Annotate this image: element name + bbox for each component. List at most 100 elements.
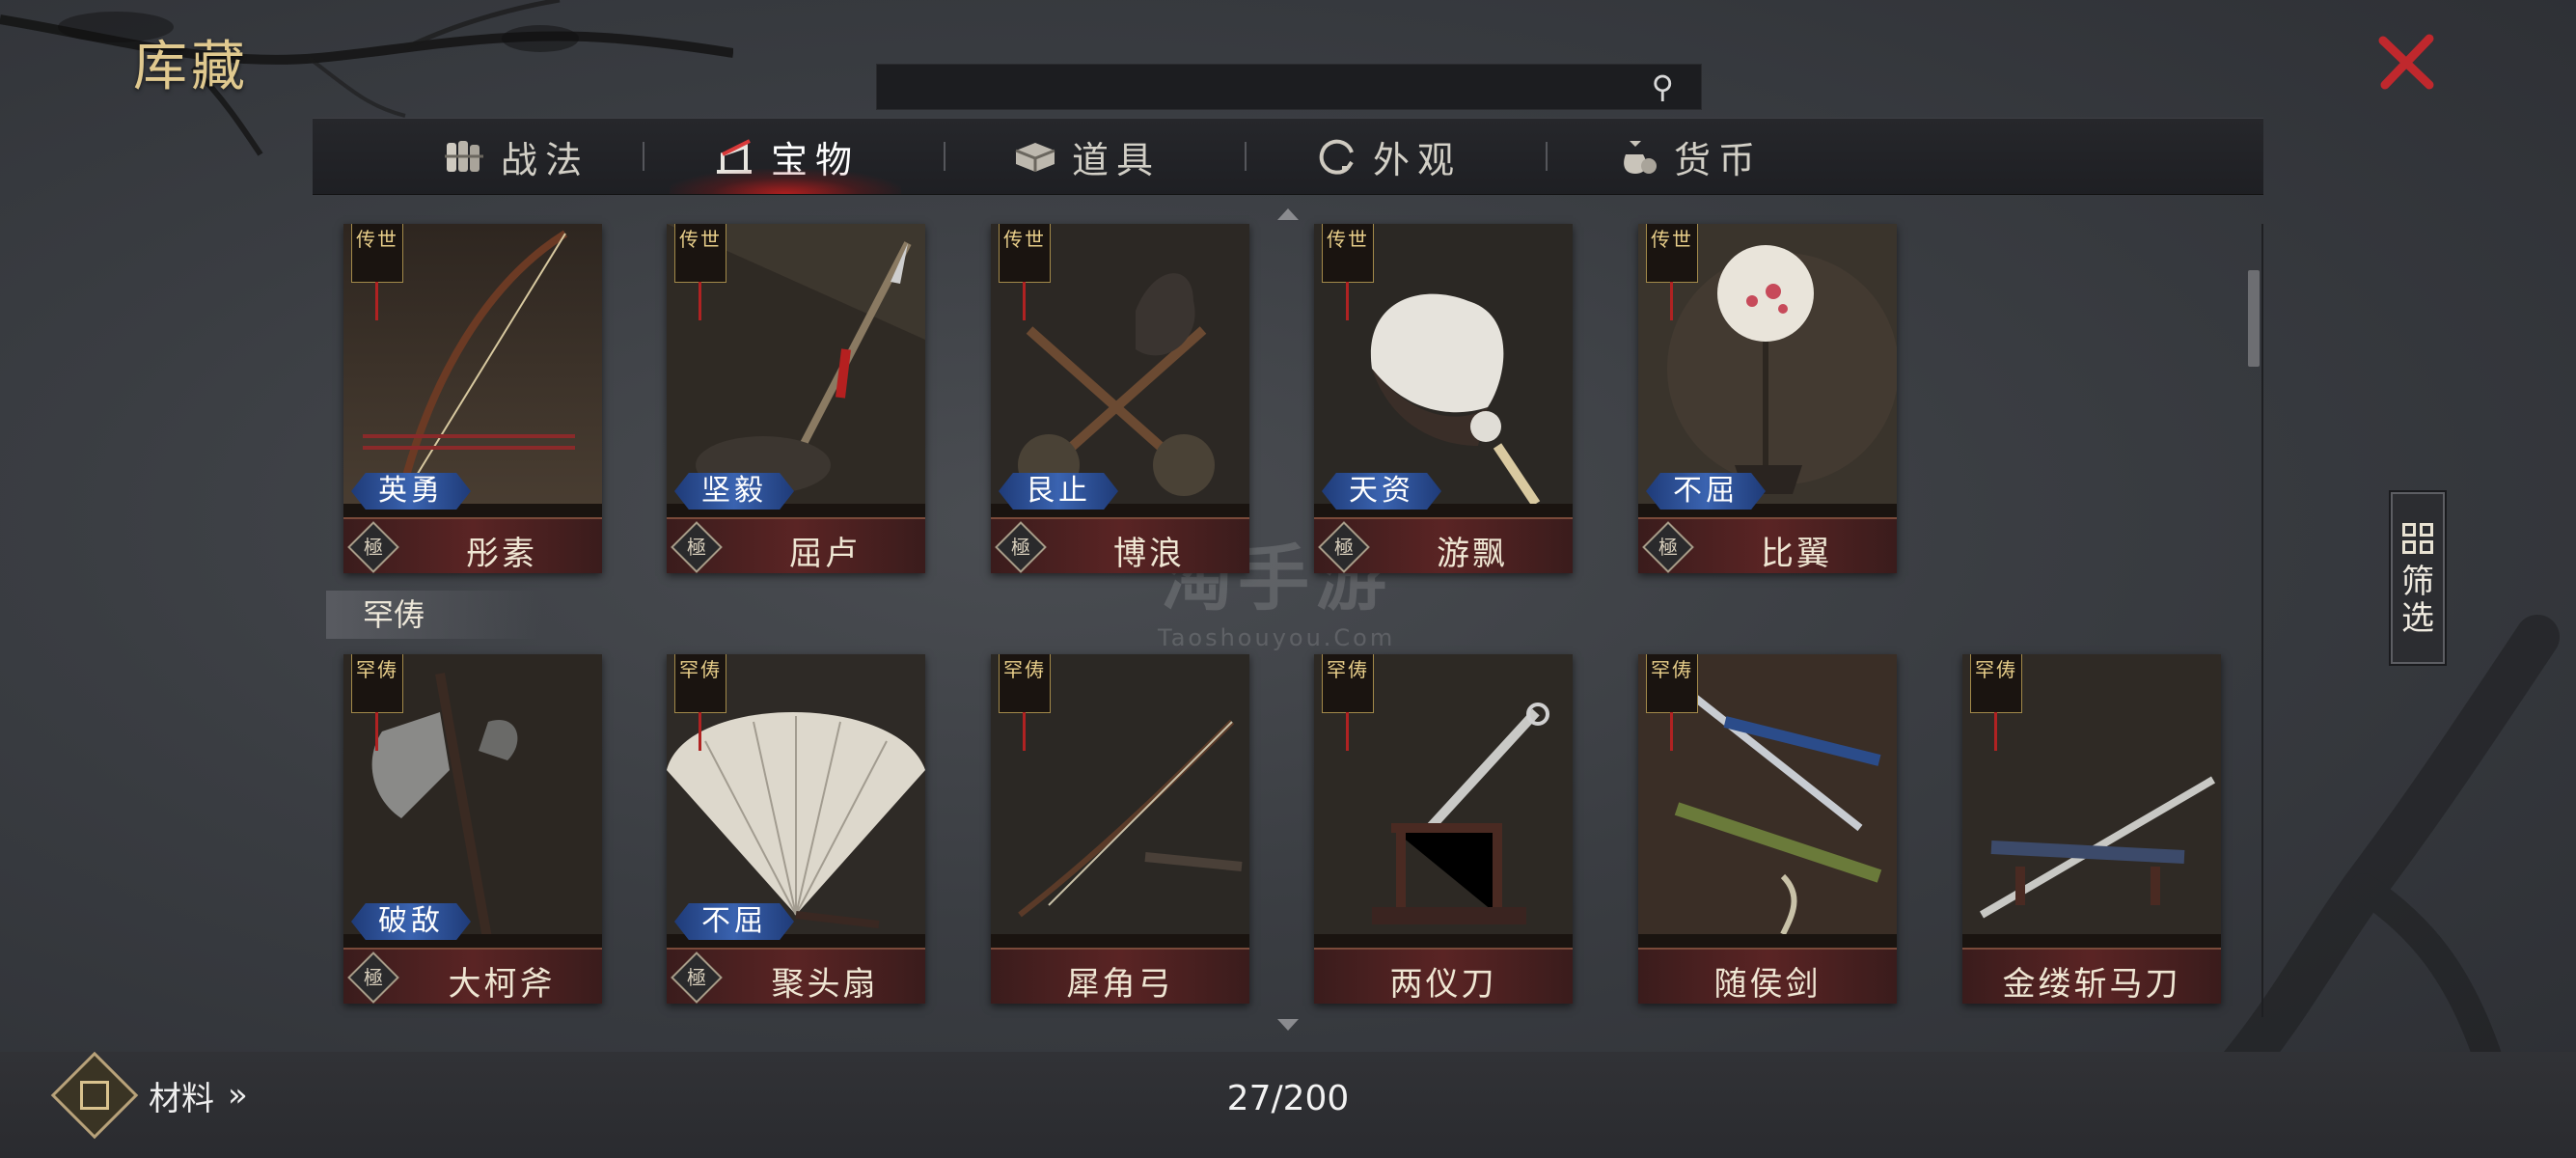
tassel-decoration xyxy=(699,282,701,320)
quality-diamond: 極 xyxy=(671,521,723,573)
page-title: 库藏 xyxy=(133,36,249,98)
card-name: 犀角弓 xyxy=(1066,965,1174,1004)
trait-badge: 英勇 xyxy=(351,473,471,510)
tab-label: 战法 xyxy=(500,138,589,181)
close-icon[interactable] xyxy=(2373,29,2441,96)
tassel-decoration xyxy=(1670,282,1673,320)
quality-diamond: 極 xyxy=(347,521,399,573)
card-name: 游飘 xyxy=(1437,535,1508,573)
tab-label: 道具 xyxy=(1071,138,1161,181)
treasure-card[interactable]: 罕俦 两仪刀 xyxy=(1314,654,1573,1004)
rarity-tag: 罕俦 xyxy=(1970,654,2022,713)
rarity-tag: 罕俦 xyxy=(1646,654,1698,713)
card-name: 博浪 xyxy=(1113,535,1185,573)
trait-badge: 天资 xyxy=(1322,473,1441,510)
double-chevron-icon: » xyxy=(228,1076,248,1115)
materials-label: 材料 xyxy=(149,1079,214,1118)
section-label: 罕俦 xyxy=(326,591,542,639)
filter-button[interactable]: 筛选 xyxy=(2391,492,2445,664)
card-name-bar: 两仪刀 xyxy=(1314,948,1573,1004)
card-name: 金缕斩马刀 xyxy=(2002,965,2181,1004)
card-name: 屈卢 xyxy=(789,535,861,573)
search-icon[interactable]: ⚲ xyxy=(1652,69,1674,105)
treasure-card[interactable]: 罕俦 金缕斩马刀 xyxy=(1962,654,2221,1004)
rarity-tag: 传世 xyxy=(1646,224,1698,283)
quality-diamond: 極 xyxy=(995,521,1047,573)
tassel-decoration xyxy=(1670,712,1673,751)
card-name: 彤素 xyxy=(466,535,537,573)
tassel-decoration xyxy=(1023,282,1026,320)
tassel-decoration xyxy=(375,282,378,320)
tassel-decoration xyxy=(1023,712,1026,751)
rarity-tag: 罕俦 xyxy=(999,654,1051,713)
tassel-decoration xyxy=(699,712,701,751)
quality-diamond: 極 xyxy=(1642,521,1694,573)
tab-divider xyxy=(1245,142,1247,171)
card-name-bar: 犀角弓 xyxy=(991,948,1249,1004)
scroll-down-arrow-icon[interactable] xyxy=(1277,1019,1299,1031)
card-name-bar: 随侯剑 xyxy=(1638,948,1897,1004)
trait-badge: 破敌 xyxy=(351,903,471,940)
card-name-bar: 極 大柯斧 xyxy=(343,948,602,1004)
swirl-icon xyxy=(1319,139,1354,175)
rarity-tag: 传世 xyxy=(674,224,726,283)
card-name-bar: 極 聚头扇 xyxy=(667,948,925,1004)
quality-diamond: 極 xyxy=(347,951,399,1004)
card-name: 比翼 xyxy=(1761,535,1832,573)
scroll-up-arrow-icon[interactable] xyxy=(1277,208,1299,220)
tab-label: 宝物 xyxy=(770,138,860,181)
quality-diamond: 極 xyxy=(671,951,723,1004)
card-name-bar: 極 博浪 xyxy=(991,517,1249,573)
rarity-tag: 传世 xyxy=(351,224,403,283)
treasure-card[interactable]: 传世 不屈 極 比翼 xyxy=(1638,224,1897,573)
tab-divider xyxy=(1546,142,1548,171)
rarity-tag: 罕俦 xyxy=(1322,654,1374,713)
scrollbar-thumb[interactable] xyxy=(2248,270,2260,367)
treasure-card[interactable]: 传世 英勇 極 彤素 xyxy=(343,224,602,573)
rarity-tag: 传世 xyxy=(999,224,1051,283)
treasure-card[interactable]: 罕俦 破敌 極 大柯斧 xyxy=(343,654,602,1004)
card-name-bar: 極 屈卢 xyxy=(667,517,925,573)
treasure-card[interactable]: 传世 天资 極 游飘 xyxy=(1314,224,1573,573)
tab-treasure[interactable]: 宝物 xyxy=(660,119,911,194)
grid-filter-icon xyxy=(2402,523,2433,554)
card-name-bar: 極 游飘 xyxy=(1314,517,1573,573)
treasure-card[interactable]: 罕俦 不屈 極 聚头扇 xyxy=(667,654,925,1004)
quality-diamond: 極 xyxy=(1318,521,1370,573)
card-name: 两仪刀 xyxy=(1389,965,1497,1004)
materials-button[interactable]: 材料 » xyxy=(50,1051,248,1140)
treasure-card[interactable]: 传世 艮止 極 博浪 xyxy=(991,224,1249,573)
tab-items[interactable]: 道具 xyxy=(961,119,1212,194)
ink-dragon-decoration xyxy=(2206,615,2560,1100)
tassel-decoration xyxy=(1994,712,1997,751)
trait-badge: 艮止 xyxy=(999,473,1118,510)
tab-tactics[interactable]: 战法 xyxy=(390,119,641,194)
rarity-tag: 罕俦 xyxy=(674,654,726,713)
card-name: 大柯斧 xyxy=(448,965,556,1004)
treasure-card[interactable]: 传世 坚毅 極 屈卢 xyxy=(667,224,925,573)
card-name-bar: 極 比翼 xyxy=(1638,517,1897,573)
treasure-card[interactable]: 罕俦 犀角弓 xyxy=(991,654,1249,1004)
category-tabs: 战法 宝物 道具 外观 货币 xyxy=(313,118,2263,195)
tassel-decoration xyxy=(1346,712,1349,751)
rarity-tag: 罕俦 xyxy=(351,654,403,713)
tassel-decoration xyxy=(1346,282,1349,320)
trait-badge: 坚毅 xyxy=(674,473,794,510)
money-bag-icon xyxy=(1624,141,1657,174)
tab-appearance[interactable]: 外观 xyxy=(1262,119,1513,194)
scroll-bundle-icon xyxy=(444,141,483,172)
treasure-card[interactable]: 罕俦 随侯剑 xyxy=(1638,654,1897,1004)
tab-divider xyxy=(944,142,945,171)
inventory-count: 27/200 xyxy=(1226,1079,1350,1118)
card-name-bar: 金缕斩马刀 xyxy=(1962,948,2221,1004)
trait-badge: 不屈 xyxy=(674,903,794,940)
tab-label: 货币 xyxy=(1673,138,1763,181)
treasure-icon xyxy=(716,139,752,174)
tassel-decoration xyxy=(375,712,378,751)
tab-label: 外观 xyxy=(1372,138,1462,181)
search-bar[interactable]: ⚲ xyxy=(876,64,1702,110)
card-name-bar: 極 彤素 xyxy=(343,517,602,573)
trait-badge: 不屈 xyxy=(1646,473,1766,510)
rarity-tag: 传世 xyxy=(1322,224,1374,283)
tab-currency[interactable]: 货币 xyxy=(1563,119,1814,194)
